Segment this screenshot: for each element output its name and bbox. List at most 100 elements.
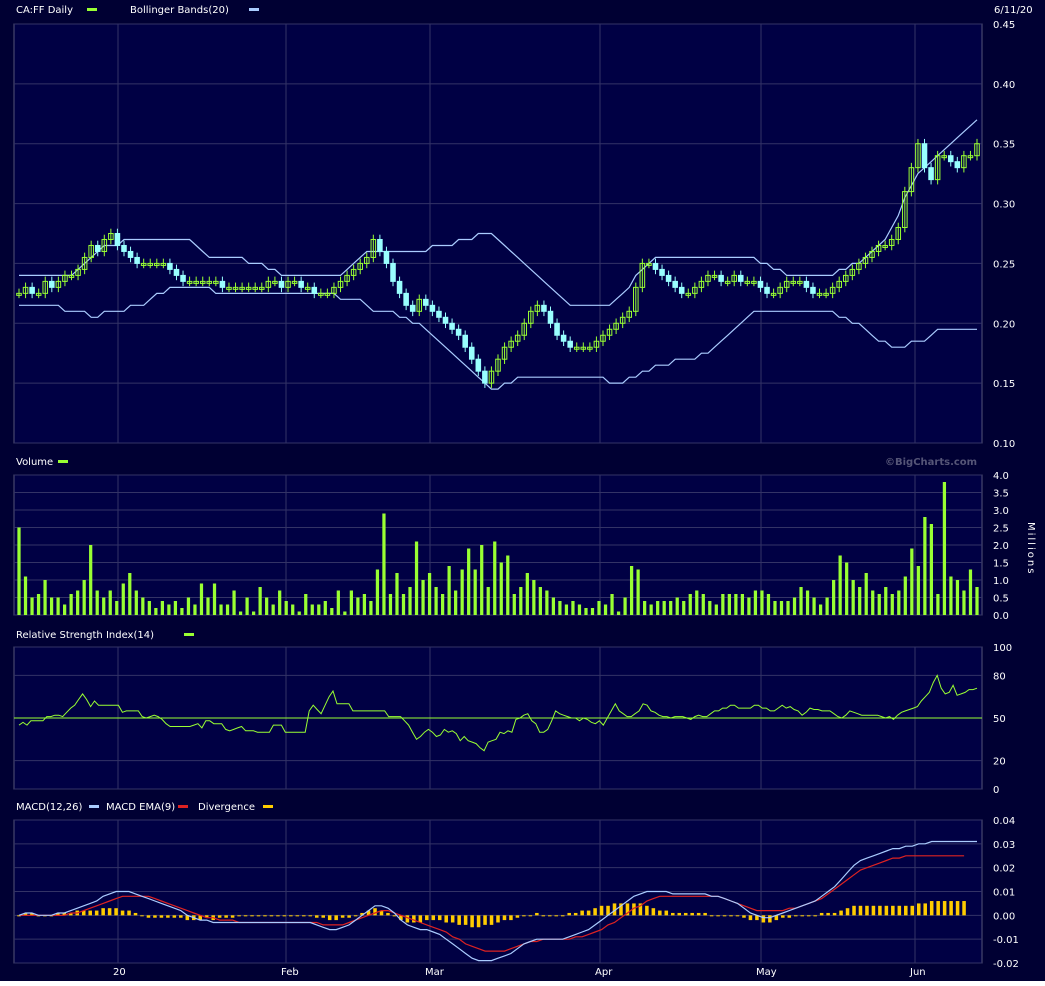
x-tick-label: Mar [425,967,445,978]
divergence-bar [554,915,559,917]
chart-svg: CA:FF Daily Bollinger Bands(20) 6/11/20 … [13,5,1036,978]
volume-bar [786,601,790,615]
volume-bar [890,594,894,615]
volume-bar [916,566,920,615]
macd-y-tick-labels: 0.04 0.03 0.02 0.01 0.00 -0.01 -0.02 [993,816,1019,970]
candle-body [436,310,442,318]
volume-bar [493,541,497,615]
y-tick-label: 0.20 [993,319,1015,330]
y-tick-label: -0.02 [993,959,1019,970]
candle-body [219,280,226,288]
volume-bar [721,594,725,615]
divergence-bar [276,915,280,917]
volume-bar [297,611,301,615]
y-tick-label: 0.0 [993,611,1009,622]
divergence-bar [483,915,487,925]
volume-bar [369,601,373,615]
volume-bar [362,594,367,615]
volume-bar [551,597,556,615]
divergence-bar [819,912,824,916]
volume-bar [525,573,529,615]
volume-bar [271,604,275,615]
y-tick-label: 0.40 [993,80,1015,91]
x-tick-label: Apr [595,967,613,978]
divergence-bar [153,915,157,918]
divergence-bar [884,905,889,916]
divergence-bar [541,915,546,917]
volume-bar [871,590,875,615]
volume-bar [629,566,634,615]
candle-body [482,370,488,384]
divergence-bar [295,915,300,917]
divergence-bar [651,908,656,916]
divergence-bar [289,915,293,917]
x-tick-label: Jun [909,967,926,978]
divergence-legend-swatch [263,805,273,808]
divergence-bar [800,915,804,917]
candle-body [455,328,462,336]
divergence-bar [450,915,455,923]
volume-bar [454,590,458,615]
volume-bar [128,573,132,615]
candle-body [718,274,724,282]
divergence-bar [813,915,817,917]
volume-bar [760,590,764,615]
divergence-bar [942,901,947,916]
candle-body [127,250,134,258]
volume-bar [597,601,601,615]
divergence-bar [476,915,481,928]
macd-ema-legend-swatch [178,805,188,808]
candle-body [567,340,573,348]
divergence-bar [832,912,837,916]
divergence-bar [217,915,222,918]
macd-title: MACD(12,26) [16,802,83,813]
candle-body [121,244,127,252]
divergence-bar [936,901,940,916]
divergence-bar [373,908,377,916]
volume-bar [636,569,640,615]
y-tick-label: 1.5 [993,559,1009,570]
volume-bar [805,590,810,615]
volume-bar [753,590,758,615]
volume-bar [56,597,60,615]
divergence-bar [412,915,416,923]
volume-bar [154,608,158,615]
volume-bar [467,548,471,615]
volume-bar [460,569,464,615]
candle-body [298,280,304,288]
divergence-bar [114,908,118,916]
volume-bar [955,580,960,615]
divergence-bar [865,905,869,916]
y-tick-label: 0.00 [993,911,1015,922]
volume-bar [388,594,393,615]
divergence-bar [94,910,99,916]
y-tick-label: 4.0 [993,471,1009,482]
divergence-bar [871,905,876,916]
candle-body [278,280,285,288]
volume-bar [43,580,47,615]
volume-bar [818,604,823,615]
volume-bar [291,604,295,615]
volume-bar [238,611,243,615]
divergence-bar [386,912,390,916]
candle-body [94,244,101,252]
candle-body [547,310,554,324]
y-tick-label: 0.01 [993,888,1015,899]
candle-body [180,274,186,282]
volume-bar [506,555,510,615]
divergence-bar [302,915,306,917]
candle-body [29,286,35,294]
volume-bar [206,597,210,615]
volume-bar [675,597,679,615]
volume-bar [695,590,699,615]
divergence-bar [677,912,682,916]
divergence-bar [858,905,863,916]
volume-bar [167,604,171,615]
volume-bar [519,587,523,615]
volume-bar [408,587,412,615]
candle-body [377,238,383,252]
candle-body [49,280,55,288]
candle-body [659,268,665,276]
candle-body [167,262,173,270]
volume-bar [49,597,54,615]
